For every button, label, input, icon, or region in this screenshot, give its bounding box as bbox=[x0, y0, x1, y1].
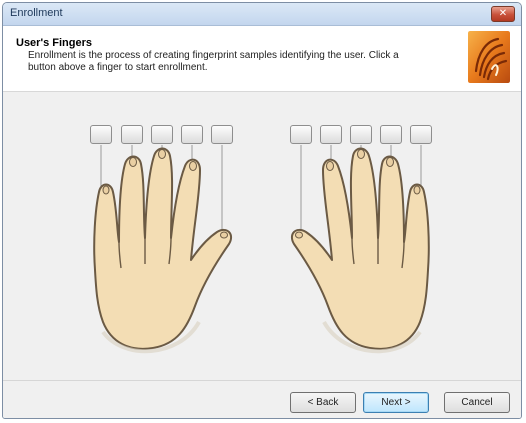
title-bar[interactable]: Enrollment ✕ bbox=[3, 3, 521, 26]
left-hand bbox=[93, 147, 233, 350]
back-button[interactable]: < Back bbox=[290, 392, 356, 413]
wizard-footer: < Back Next > Cancel bbox=[3, 380, 521, 418]
close-button[interactable]: ✕ bbox=[491, 6, 515, 22]
right-little-finger-button[interactable] bbox=[410, 125, 432, 144]
right-ring-finger-button[interactable] bbox=[380, 125, 402, 144]
close-icon: ✕ bbox=[498, 8, 508, 19]
fingerprint-logo-icon bbox=[468, 31, 510, 83]
window-title: Enrollment bbox=[10, 7, 63, 19]
right-thumb-button[interactable] bbox=[290, 125, 312, 144]
right-index-finger-button[interactable] bbox=[320, 125, 342, 144]
page-title: User's Fingers bbox=[16, 37, 92, 49]
left-ring-finger-button[interactable] bbox=[121, 125, 143, 144]
wizard-header: User's Fingers Enrollment is the process… bbox=[3, 26, 521, 92]
left-thumb-button[interactable] bbox=[211, 125, 233, 144]
next-button[interactable]: Next > bbox=[363, 392, 429, 413]
page-description: Enrollment is the process of creating fi… bbox=[28, 50, 399, 73]
hands-illustration bbox=[93, 145, 430, 354]
left-index-finger-button[interactable] bbox=[181, 125, 203, 144]
right-hand bbox=[290, 147, 430, 350]
cancel-button[interactable]: Cancel bbox=[444, 392, 510, 413]
finger-selection-area bbox=[3, 92, 521, 379]
enrollment-window: Enrollment ✕ User's Fingers Enrollment i… bbox=[2, 2, 522, 419]
left-middle-finger-button[interactable] bbox=[151, 125, 173, 144]
left-little-finger-button[interactable] bbox=[90, 125, 112, 144]
right-middle-finger-button[interactable] bbox=[350, 125, 372, 144]
